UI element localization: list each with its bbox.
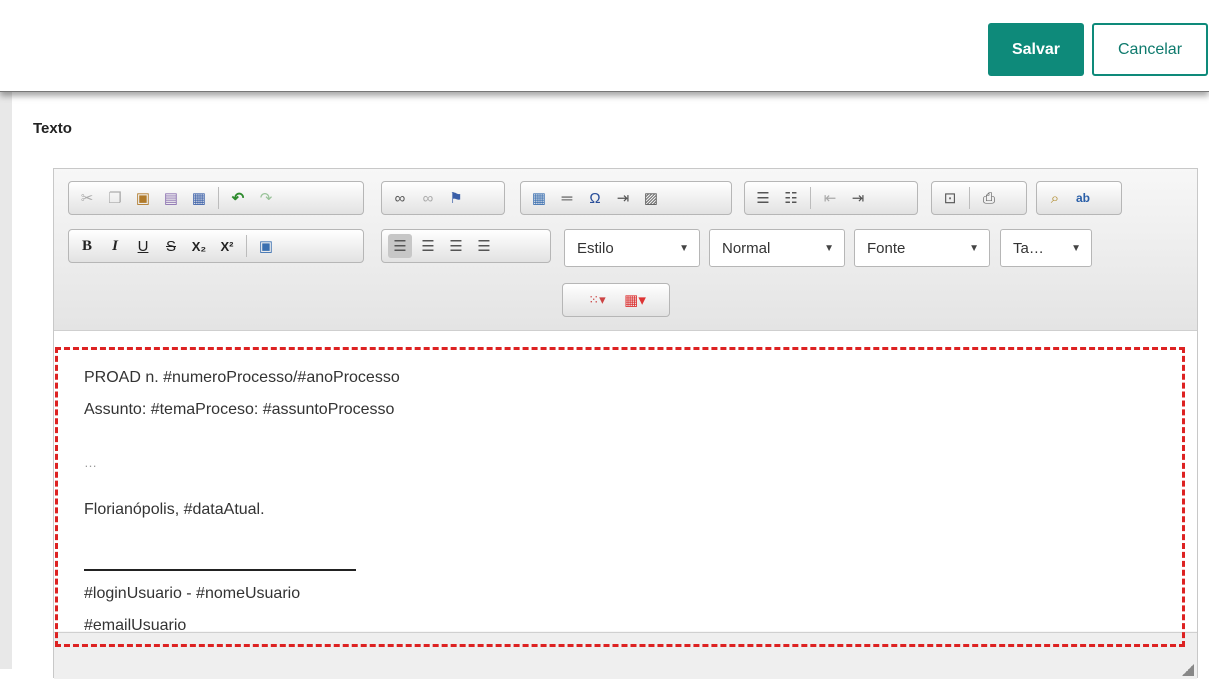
style-combo-value: Estilo [577,239,614,257]
chevron-down-icon: ▼ [824,242,834,254]
size-combo-value: Ta… [1013,239,1044,257]
numbered-list-icon[interactable]: ☰ [751,186,775,210]
image-icon[interactable]: ▨ [639,186,663,210]
source-icon[interactable]: ▣ [254,234,278,258]
chevron-down-icon: ▼ [969,242,979,254]
align-justify-icon[interactable]: ☰ [472,234,496,258]
indent-icon[interactable]: ⇥ [846,186,870,210]
font-combo[interactable]: Fonte ▼ [854,229,990,267]
toolbar-separator [810,187,811,209]
align-left-icon[interactable]: ☰ [388,234,412,258]
preview-icon[interactable]: ⊡ [938,186,962,210]
toolbar-group-clipboard: ✂ ❐ ▣ ▤ ▦ ↶ ↷ [68,181,364,215]
paste-text-icon[interactable]: ▤ [159,186,183,210]
top-action-bar: Salvar Cancelar [0,0,1209,92]
page-left-edge [0,0,12,669]
size-combo[interactable]: Ta… ▼ [1000,229,1092,267]
toolbar-group-basic-styles: B I U S X₂ X² ▣ [68,229,364,263]
chevron-down-icon: ▼ [1071,242,1081,254]
toolbar-group-document: ⊡ ⎙ [931,181,1027,215]
toolbar-separator [218,187,219,209]
special-char-icon[interactable]: Ω [583,186,607,210]
paste-icon[interactable]: ▣ [131,186,155,210]
toolbar-group-insert: ▦ ═ Ω ⇥ ▨ [520,181,732,215]
outdent-icon[interactable]: ⇤ [818,186,842,210]
resize-handle-icon[interactable] [1182,664,1194,676]
bulleted-list-icon[interactable]: ☷ [779,186,803,210]
format-combo-value: Normal [722,239,771,257]
underline-icon[interactable]: U [131,234,155,258]
highlight-dashed-border [55,347,1185,647]
find-icon[interactable]: ⌕ [1043,186,1067,210]
table-color-icon[interactable]: ▦▾ [618,288,652,312]
print-icon[interactable]: ⎙ [977,186,1001,210]
cut-icon[interactable]: ✂ [75,186,99,210]
text-color-icon[interactable]: ⁙▾ [580,288,614,312]
cancel-button[interactable]: Cancelar [1092,23,1208,76]
replace-icon[interactable]: ab [1071,186,1095,210]
editor-toolbar: ✂ ❐ ▣ ▤ ▦ ↶ ↷ ∞ ∞ ⚑ ▦ ═ Ω ⇥ ▨ ☰ ☷ ⇤ ⇥ ⊡ … [54,169,1197,331]
bold-icon[interactable]: B [75,234,99,258]
paste-word-icon[interactable]: ▦ [187,186,211,210]
toolbar-group-lists: ☰ ☷ ⇤ ⇥ [744,181,918,215]
save-button[interactable]: Salvar [988,23,1084,76]
horizontal-line-icon[interactable]: ═ [555,186,579,210]
undo-icon[interactable]: ↶ [226,186,250,210]
style-combo[interactable]: Estilo ▼ [564,229,700,267]
strike-icon[interactable]: S [159,234,183,258]
toolbar-group-find: ⌕ ab [1036,181,1122,215]
font-combo-value: Fonte [867,239,906,257]
toolbar-separator [246,235,247,257]
copy-icon[interactable]: ❐ [103,186,127,210]
anchor-icon[interactable]: ⚑ [444,186,468,210]
link-icon[interactable]: ∞ [388,186,412,210]
chevron-down-icon: ▼ [679,242,689,254]
field-label-texto: Texto [33,120,72,137]
unlink-icon[interactable]: ∞ [416,186,440,210]
toolbar-group-links: ∞ ∞ ⚑ [381,181,505,215]
align-center-icon[interactable]: ☰ [416,234,440,258]
subscript-icon[interactable]: X₂ [187,234,211,258]
format-combo[interactable]: Normal ▼ [709,229,845,267]
italic-icon[interactable]: I [103,234,127,258]
toolbar-group-colors: ⁙▾ ▦▾ [562,283,670,317]
toolbar-separator [969,187,970,209]
superscript-icon[interactable]: X² [215,234,239,258]
align-right-icon[interactable]: ☰ [444,234,468,258]
toolbar-group-align: ☰ ☰ ☰ ☰ [381,229,551,263]
table-icon[interactable]: ▦ [527,186,551,210]
page-break-icon[interactable]: ⇥ [611,186,635,210]
redo-icon[interactable]: ↷ [254,186,278,210]
